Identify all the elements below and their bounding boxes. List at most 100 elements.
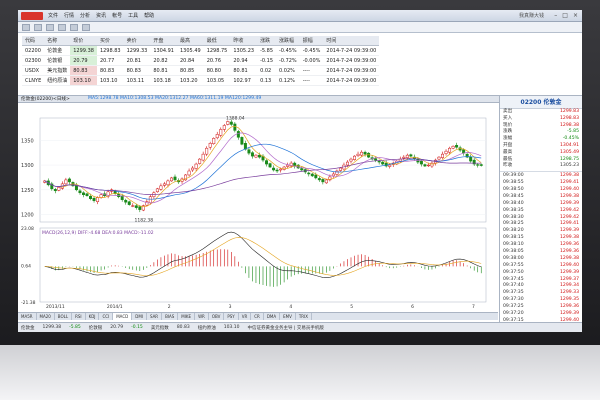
- cell: 0.13: [257, 75, 276, 86]
- tick-price: 1299.39: [560, 310, 579, 316]
- col-header-0[interactable]: 代码: [22, 36, 45, 46]
- col-header-2[interactable]: 现价: [70, 36, 97, 46]
- maximize-icon[interactable]: □: [562, 12, 568, 19]
- tab-dma[interactable]: DMA: [264, 313, 281, 320]
- toolbar-button-zoom[interactable]: [82, 24, 90, 31]
- col-header-5[interactable]: 开盘: [150, 36, 177, 46]
- status-item-0: 伦敦金: [21, 326, 35, 331]
- tab-boll[interactable]: BOLL: [55, 313, 73, 320]
- menu-item-3[interactable]: 资讯: [96, 12, 106, 19]
- table-row[interactable]: CLNYE 纽约原油 103.10 103.10 103.11 103.18 103.20 1…: [22, 75, 380, 86]
- col-header-8[interactable]: 昨收: [230, 36, 258, 46]
- panel-row-label: 最高: [503, 149, 513, 155]
- col-header-7[interactable]: 最低: [203, 36, 231, 46]
- col-header-3[interactable]: 买价: [96, 36, 124, 46]
- table-row[interactable]: 02300 伦敦银 20.79 20.77 20.81 20.82 20.84 20.76 20…: [22, 55, 380, 66]
- tab-vr[interactable]: VR: [239, 313, 252, 320]
- tab-wr[interactable]: WR: [195, 313, 209, 320]
- cell: 80.80: [203, 65, 231, 76]
- table-row[interactable]: 02200 伦敦金 1299.38 1298.83 1299.33 1304.91 1305…: [22, 45, 380, 56]
- minimize-icon[interactable]: –: [554, 12, 557, 19]
- menu-item-2[interactable]: 分析: [80, 12, 90, 19]
- candle-body: [300, 168, 304, 171]
- tab-kdj[interactable]: KDJ: [86, 313, 100, 320]
- tab-ma20[interactable]: MA20: [37, 313, 55, 320]
- menu-item-5[interactable]: 工具: [128, 12, 138, 19]
- tab-cci[interactable]: CCI: [99, 313, 114, 320]
- cell: 0.02%: [276, 65, 300, 76]
- col-header-1[interactable]: 名称: [44, 36, 71, 46]
- toolbar-button-chart[interactable]: [70, 24, 78, 31]
- cell: ----: [299, 75, 324, 86]
- cell: 1305.49: [177, 45, 204, 56]
- toolbar-button-new[interactable]: [22, 24, 30, 31]
- col-header-9[interactable]: 涨跌: [257, 36, 276, 46]
- cell: 80.83: [123, 65, 151, 76]
- candle-body: [265, 160, 269, 165]
- toolbar-button-save[interactable]: [46, 24, 54, 31]
- cell: 1304.91: [150, 45, 177, 56]
- candle-body: [53, 189, 57, 192]
- tick-time: 09:37:55: [503, 262, 524, 268]
- tab-bias[interactable]: BIAS: [162, 313, 179, 320]
- close-icon[interactable]: ×: [573, 12, 578, 19]
- candle-body: [92, 197, 96, 201]
- tab-obv[interactable]: OBV: [209, 313, 225, 320]
- candle-body: [212, 138, 216, 145]
- chart-ma-legend: MA5:1298.78 MA10:1308.53 MA20:1312.27 MA…: [88, 96, 262, 101]
- col-header-11[interactable]: 振幅: [299, 36, 324, 46]
- candle-body: [191, 167, 195, 171]
- candle-body: [57, 187, 61, 191]
- tab-trix[interactable]: TRIX: [296, 313, 312, 320]
- candle-body: [89, 195, 93, 199]
- tab-emv[interactable]: EMV: [280, 313, 296, 320]
- candle-body: [335, 170, 339, 175]
- col-header-10[interactable]: 涨跌幅: [276, 36, 300, 46]
- menu-item-6[interactable]: 帮助: [144, 12, 154, 19]
- y-tick-label: 1300: [21, 163, 34, 169]
- col-header-6[interactable]: 最高: [177, 36, 204, 46]
- toolbar-button-open[interactable]: [34, 24, 42, 31]
- cell: 1299.38: [70, 45, 97, 56]
- menu-item-0[interactable]: 文件: [48, 12, 58, 19]
- toolbar-button-print[interactable]: [58, 24, 66, 31]
- app-logo: [21, 12, 43, 20]
- candle-body: [148, 196, 152, 203]
- tab-dmi[interactable]: DMI: [132, 313, 147, 320]
- tab-mike[interactable]: MIKE: [178, 313, 196, 320]
- col-header-12[interactable]: 时间: [323, 36, 380, 46]
- cell: 2014-7-24 09:39:00: [323, 75, 380, 86]
- tick-time: 09:38:35: [503, 207, 524, 213]
- tab-macd[interactable]: MACD: [113, 313, 133, 320]
- cell: -0.72%: [276, 55, 300, 66]
- candle-body: [201, 153, 205, 161]
- tab-ma5r[interactable]: MA5R: [18, 313, 37, 320]
- candle-body: [268, 163, 272, 168]
- tab-sar[interactable]: SAR: [147, 313, 163, 320]
- macd-y-tick-label: -21.38: [21, 300, 36, 306]
- panel-row-label: 卖出: [503, 109, 513, 114]
- candle-body: [250, 152, 254, 157]
- tick-row: 09:37:20 1299.39: [500, 311, 582, 318]
- candle-body: [419, 160, 423, 165]
- menu-item-4[interactable]: 帐号: [112, 12, 122, 19]
- candle-body: [448, 147, 452, 153]
- menu-item-1[interactable]: 行情: [64, 12, 74, 19]
- candlestick-chart[interactable]: 1350 1300 1250 1200 1388.04 1182.38 MACD(26,12…: [18, 104, 498, 320]
- tab-rsi[interactable]: RSI: [72, 313, 86, 320]
- tick-price: 1299.36: [560, 248, 579, 254]
- cell: -5.85: [257, 45, 276, 56]
- candle-body: [402, 156, 406, 159]
- x-tick-label: 6: [411, 304, 414, 310]
- tab-psy[interactable]: PSY: [224, 313, 239, 320]
- candle-body: [236, 131, 240, 138]
- tick-list[interactable]: 09:39:00 1299.38 09:38:55 1299.41 09:38:50 12…: [500, 173, 582, 332]
- tab-cr[interactable]: CR: [251, 313, 264, 320]
- panel-row: 卖出 1299.83: [500, 109, 582, 116]
- table-row[interactable]: USDX 美元指数 80.83 80.83 80.83 80.81 80.85 80.80 80…: [22, 65, 380, 76]
- cell: 20.81: [123, 55, 151, 66]
- status-item-6: 美元指数: [150, 326, 169, 331]
- quote-table: 代码 名称 现价 买价 卖价 开盘 最高 最低 昨收 涨跌 涨跌幅 振幅 时间 02200 伦敦金 1299…: [22, 36, 380, 86]
- col-header-4[interactable]: 卖价: [123, 36, 151, 46]
- cell: -0.45%: [276, 45, 300, 56]
